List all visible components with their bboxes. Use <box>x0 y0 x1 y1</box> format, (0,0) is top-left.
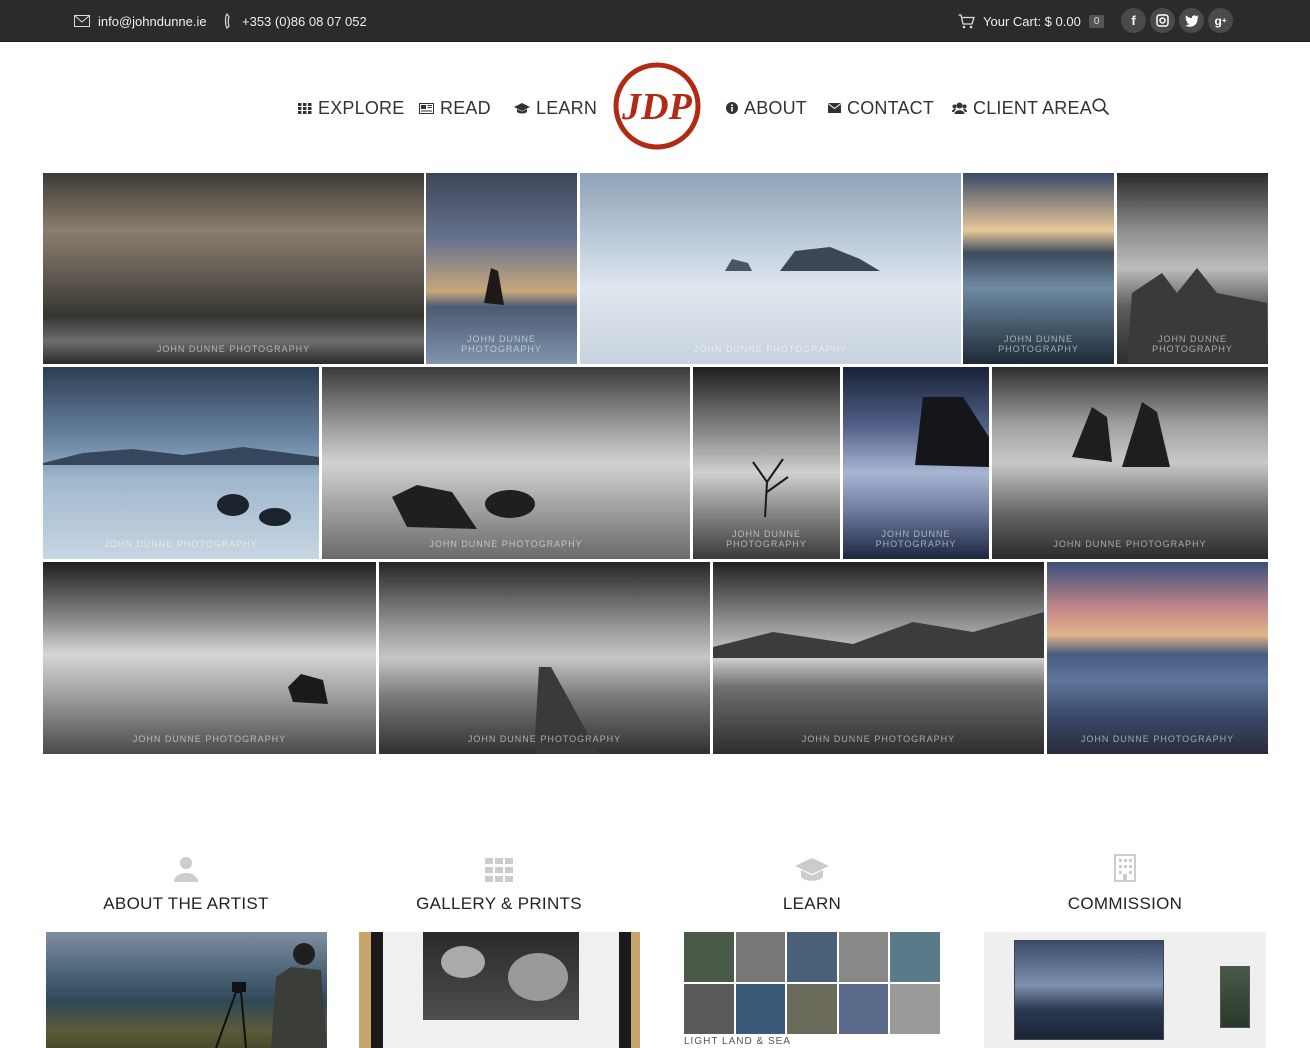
section-about-artist: ABOUT THE ARTIST <box>45 848 327 914</box>
search-icon[interactable] <box>1092 98 1110 116</box>
nav-explore-label: EXPLORE <box>318 97 405 118</box>
nav-read[interactable]: READ <box>419 96 491 120</box>
top-bar: info@johndunne.ie +353 (0)86 08 07 052 Y… <box>0 0 1310 42</box>
twitter-icon[interactable] <box>1179 8 1204 33</box>
newspaper-icon <box>419 102 434 114</box>
cart-count-badge: 0 <box>1088 14 1105 28</box>
watermark: JOHN DUNNE PHOTOGRAPHY <box>461 334 542 354</box>
watermark: JOHN DUNNE PHOTOGRAPHY <box>998 334 1079 354</box>
nav-client-area[interactable]: CLIENT AREA <box>952 96 1092 120</box>
envelope-icon <box>828 103 841 113</box>
gallery-image[interactable]: JOHN DUNNE PHOTOGRAPHY <box>843 367 989 559</box>
gallery-image[interactable]: JOHN DUNNE PHOTOGRAPHY <box>713 562 1044 754</box>
gallery-image[interactable]: JOHN DUNNE PHOTOGRAPHY <box>580 173 961 364</box>
facebook-icon[interactable]: f <box>1121 8 1146 33</box>
nav-contact[interactable]: CONTACT <box>828 96 934 120</box>
watermark: JOHN DUNNE PHOTOGRAPHY <box>693 344 848 354</box>
watermark: JOHN DUNNE PHOTOGRAPHY <box>132 734 287 744</box>
graduation-cap-icon <box>671 848 953 882</box>
watermark: JOHN DUNNE PHOTOGRAPHY <box>875 529 957 549</box>
section-title[interactable]: GALLERY & PRINTS <box>358 894 640 914</box>
instagram-icon[interactable] <box>1150 8 1175 33</box>
section-commission: COMMISSION <box>984 848 1266 914</box>
watermark: JOHN DUNNE PHOTOGRAPHY <box>1152 334 1233 354</box>
gallery-prints-image[interactable] <box>359 932 640 1048</box>
section-title[interactable]: LEARN <box>671 894 953 914</box>
watermark: JOHN DUNNE PHOTOGRAPHY <box>726 529 807 549</box>
users-icon <box>952 102 967 114</box>
gallery-image[interactable]: JOHN DUNNE PHOTOGRAPHY <box>992 367 1268 559</box>
grid-icon <box>298 102 312 114</box>
social-links: f g + <box>1121 8 1237 33</box>
watermark: JOHN DUNNE PHOTOGRAPHY <box>429 539 583 549</box>
phone-icon <box>224 13 234 29</box>
logo-monogram: JDP <box>621 86 692 128</box>
gallery-image[interactable]: JOHN DUNNE PHOTOGRAPHY <box>693 367 840 559</box>
nav-about-label: ABOUT <box>744 97 808 118</box>
watermark: JOHN DUNNE PHOTOGRAPHY <box>104 539 258 549</box>
gallery-image[interactable]: JOHN DUNNE PHOTOGRAPHY <box>379 562 710 754</box>
section-gallery-prints: GALLERY & PRINTS <box>358 848 640 914</box>
nav-about[interactable]: ABOUT <box>726 96 807 120</box>
watermark: JOHN DUNNE PHOTOGRAPHY <box>801 734 956 744</box>
grid-icon <box>358 848 640 882</box>
section-title[interactable]: COMMISSION <box>984 894 1266 914</box>
graduation-cap-icon <box>514 102 530 114</box>
gallery-image[interactable]: JOHN DUNNE PHOTOGRAPHY <box>43 173 424 364</box>
nav-learn-label: LEARN <box>536 97 598 118</box>
section-title[interactable]: ABOUT THE ARTIST <box>45 894 327 914</box>
nav-read-label: READ <box>440 97 491 118</box>
watermark: JOHN DUNNE PHOTOGRAPHY <box>1080 734 1235 744</box>
phone-text: +353 (0)86 08 07 052 <box>242 13 367 29</box>
learn-image[interactable]: LIGHT LAND & SEA <box>684 932 940 1048</box>
cart-total: Your Cart: $ 0.00 <box>983 13 1081 29</box>
gallery-image[interactable]: JOHN DUNNE PHOTOGRAPHY <box>322 367 690 559</box>
envelope-icon <box>74 15 90 27</box>
watermark: JOHN DUNNE PHOTOGRAPHY <box>467 734 622 744</box>
section-learn: LEARN <box>671 848 953 914</box>
gallery-image[interactable]: JOHN DUNNE PHOTOGRAPHY <box>963 173 1114 364</box>
nav-client-area-label: CLIENT AREA <box>973 97 1092 118</box>
building-icon <box>984 848 1266 882</box>
info-icon <box>726 102 738 114</box>
watermark: JOHN DUNNE PHOTOGRAPHY <box>1053 539 1207 549</box>
gallery-image[interactable]: JOHN DUNNE PHOTOGRAPHY <box>43 367 319 559</box>
nav-explore[interactable]: EXPLORE <box>298 96 404 120</box>
nav-learn[interactable]: LEARN <box>514 96 597 120</box>
email-link[interactable]: info@johndunne.ie <box>74 0 207 42</box>
user-icon <box>45 848 327 882</box>
cart-icon <box>958 13 975 29</box>
cart-link[interactable]: Your Cart: $ 0.00 0 <box>958 0 1105 42</box>
watermark: JOHN DUNNE PHOTOGRAPHY <box>156 344 311 354</box>
google-plus-icon[interactable]: g + <box>1208 8 1233 33</box>
gallery-image[interactable]: JOHN DUNNE PHOTOGRAPHY <box>426 173 577 364</box>
commission-image[interactable] <box>984 932 1266 1048</box>
learn-caption: LIGHT LAND & SEA <box>684 1036 791 1047</box>
about-artist-image[interactable] <box>46 932 327 1048</box>
email-text: info@johndunne.ie <box>98 13 207 29</box>
nav-contact-label: CONTACT <box>847 97 935 118</box>
gallery-image[interactable]: JOHN DUNNE PHOTOGRAPHY <box>1047 562 1268 754</box>
gallery-image[interactable]: JOHN DUNNE PHOTOGRAPHY <box>1117 173 1268 364</box>
gallery-image[interactable]: JOHN DUNNE PHOTOGRAPHY <box>43 562 376 754</box>
site-logo[interactable]: JDP <box>612 61 702 151</box>
phone-link[interactable]: +353 (0)86 08 07 052 <box>224 0 367 42</box>
